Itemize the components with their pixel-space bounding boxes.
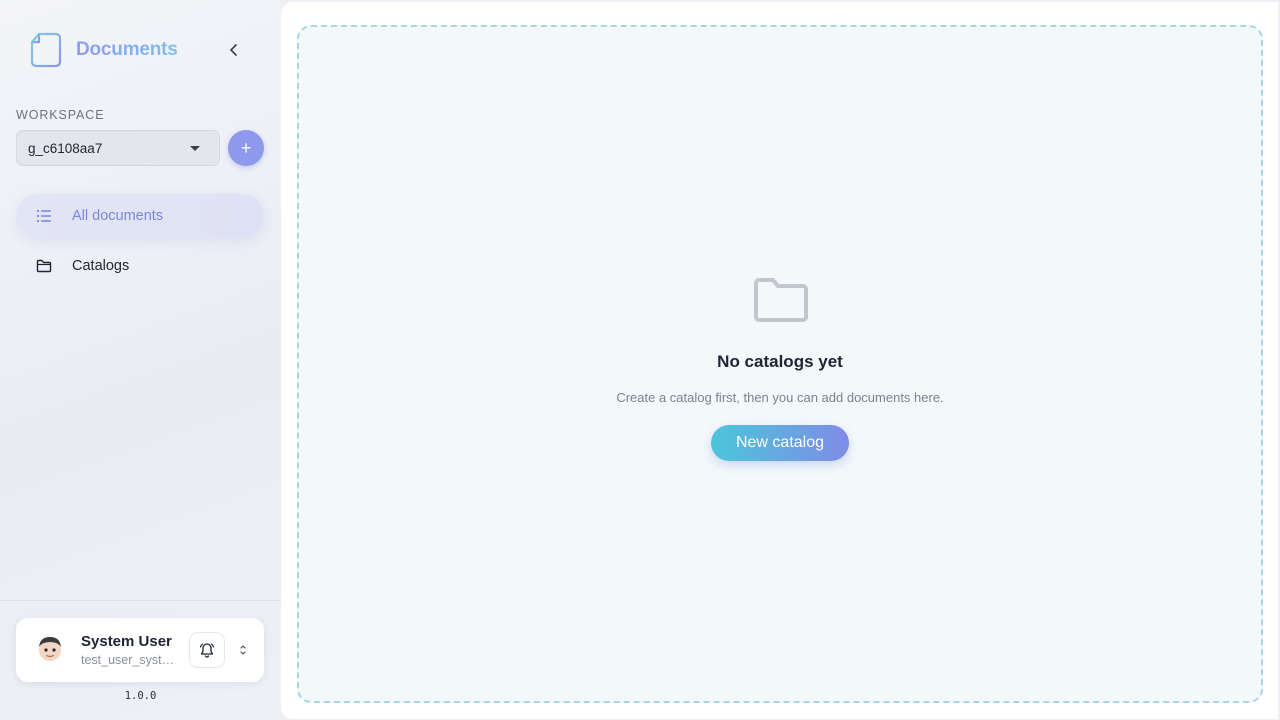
main-content: No catalogs yet Create a catalog first, … — [281, 2, 1278, 719]
catalog-drop-area: No catalogs yet Create a catalog first, … — [297, 25, 1263, 703]
sidebar-item-label: Catalogs — [72, 258, 130, 274]
brand: Documents — [30, 32, 178, 68]
sidebar-item-catalogs[interactable]: Catalogs — [16, 244, 264, 288]
collapse-sidebar-button[interactable] — [224, 40, 244, 60]
user-id: test_user_system — [81, 653, 177, 667]
brand-title: Documents — [76, 39, 178, 60]
avatar — [39, 637, 61, 661]
expand-user-menu-button[interactable] — [237, 642, 249, 658]
app-version: 1.0.0 — [124, 690, 157, 702]
plus-icon: + — [240, 137, 252, 158]
user-card[interactable]: System User test_user_system — [16, 618, 264, 682]
sidebar: Documents WORKSPACE g_c6108aa7 + All doc… — [0, 0, 281, 720]
empty-state-description: Create a catalog first, then you can add… — [616, 390, 944, 405]
divider — [0, 600, 281, 601]
notifications-button[interactable] — [189, 632, 225, 668]
chevron-left-icon — [230, 44, 237, 56]
sidebar-item-all-documents[interactable]: All documents — [16, 194, 264, 238]
sidebar-item-label: All documents — [72, 208, 164, 224]
new-catalog-button[interactable]: New catalog — [711, 425, 849, 461]
caret-down-icon — [190, 146, 200, 151]
user-name: System User — [81, 633, 172, 650]
workspace-selected-value: g_c6108aa7 — [28, 140, 103, 156]
folder-icon — [754, 278, 808, 322]
add-workspace-button[interactable]: + — [228, 130, 264, 166]
bell-icon — [199, 643, 215, 658]
folder-icon — [36, 259, 52, 273]
document-logo-icon — [30, 32, 62, 68]
empty-state-title: No catalogs yet — [717, 352, 843, 371]
list-icon — [37, 210, 51, 222]
workspace-select[interactable]: g_c6108aa7 — [16, 130, 220, 166]
workspace-label: WORKSPACE — [16, 108, 105, 122]
chevron-up-down-icon — [240, 645, 246, 655]
